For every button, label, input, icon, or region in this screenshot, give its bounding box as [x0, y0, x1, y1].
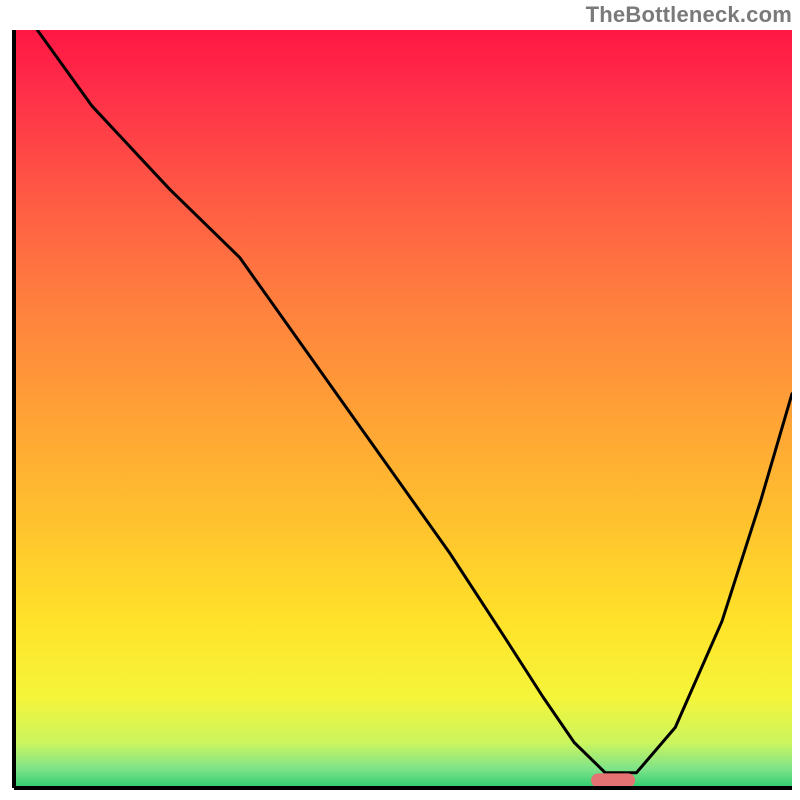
bottleneck-plot: [0, 0, 800, 800]
optimal-marker: [591, 773, 635, 787]
chart-frame: TheBottleneck.com: [0, 0, 800, 800]
plot-background: [14, 30, 792, 788]
